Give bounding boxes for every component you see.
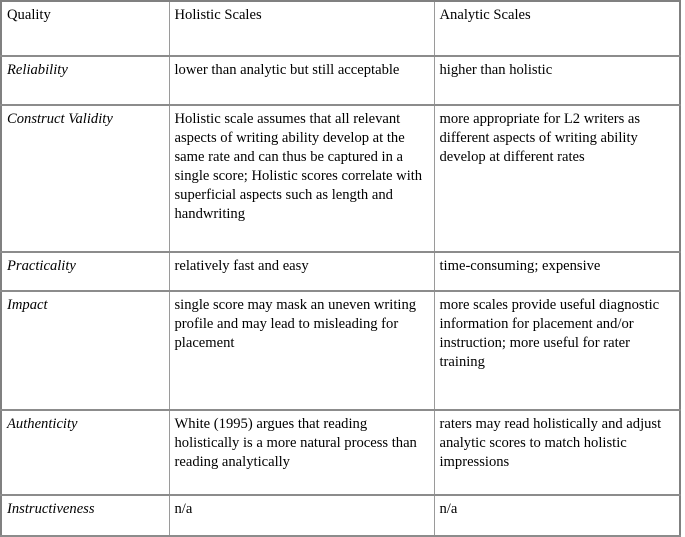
holistic-cell-authenticity: White (1995) argues that reading holisti… [168, 409, 435, 496]
table-header: Quality Holistic Scales Analytic Scales [0, 0, 681, 57]
quality-label-impact: Impact [0, 290, 170, 411]
table-row: Authenticity White (1995) argues that re… [0, 409, 681, 496]
table-body: Reliability lower than analytic but stil… [0, 55, 681, 537]
holistic-cell-impact: single score may mask an uneven writing … [168, 290, 435, 411]
analytic-cell-construct-validity: more appropriate for L2 writers as diffe… [433, 104, 681, 253]
analytic-cell-instructiveness: n/a [433, 494, 681, 537]
holistic-cell-practicality: relatively fast and easy [168, 251, 435, 292]
table-row: Practicality relatively fast and easy ti… [0, 251, 681, 292]
holistic-cell-construct-validity: Holistic scale assumes that all relevant… [168, 104, 435, 253]
quality-label-construct-validity: Construct Validity [0, 104, 170, 253]
holistic-analytic-comparison-table: Quality Holistic Scales Analytic Scales … [0, 0, 681, 537]
table-row: Construct Validity Holistic scale assume… [0, 104, 681, 253]
holistic-cell-reliability: lower than analytic but still acceptable [168, 55, 435, 106]
table-row: Instructiveness n/a n/a [0, 494, 681, 537]
table-page: Quality Holistic Scales Analytic Scales … [0, 0, 685, 537]
analytic-cell-practicality: time-consuming; expensive [433, 251, 681, 292]
analytic-cell-reliability: higher than holistic [433, 55, 681, 106]
quality-label-instructiveness: Instructiveness [0, 494, 170, 537]
analytic-cell-impact: more scales provide useful diagnostic in… [433, 290, 681, 411]
column-header-quality: Quality [0, 0, 170, 57]
column-header-analytic-scales: Analytic Scales [433, 0, 681, 57]
holistic-cell-instructiveness: n/a [168, 494, 435, 537]
column-header-holistic-scales: Holistic Scales [168, 0, 435, 57]
analytic-cell-authenticity: raters may read holistically and adjust … [433, 409, 681, 496]
table-header-row: Quality Holistic Scales Analytic Scales [0, 0, 681, 57]
quality-label-practicality: Practicality [0, 251, 170, 292]
table-row: Impact single score may mask an uneven w… [0, 290, 681, 411]
quality-label-authenticity: Authenticity [0, 409, 170, 496]
quality-label-reliability: Reliability [0, 55, 170, 106]
table-row: Reliability lower than analytic but stil… [0, 55, 681, 106]
